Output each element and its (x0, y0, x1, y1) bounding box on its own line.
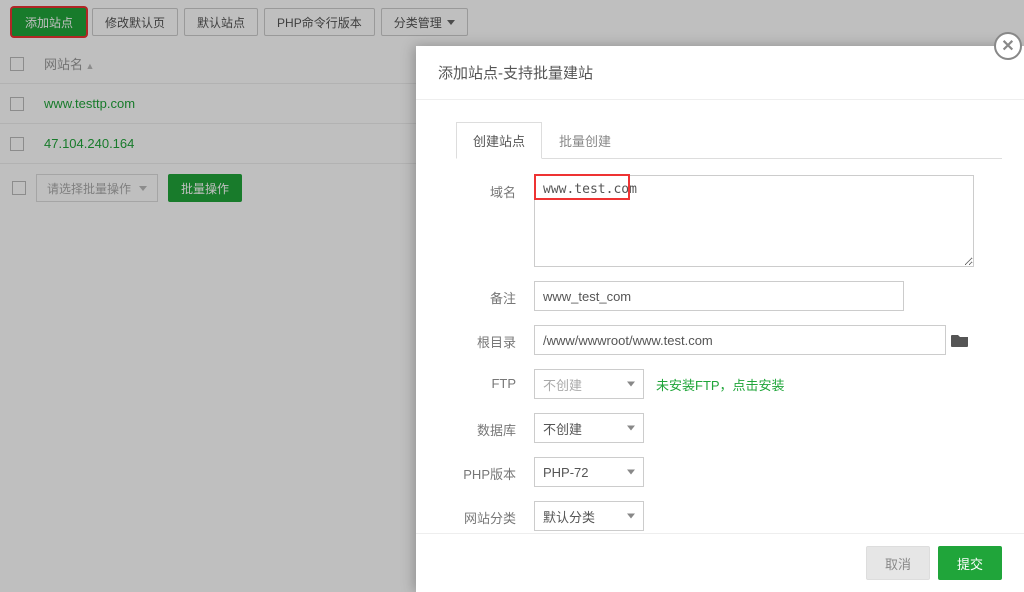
root-dir-input[interactable] (534, 325, 946, 355)
label-category: 网站分类 (438, 501, 534, 527)
chevron-down-icon (627, 426, 635, 431)
label-remark: 备注 (438, 281, 534, 307)
tab-batch-create[interactable]: 批量创建 (542, 122, 628, 159)
category-select-value: 默认分类 (543, 507, 595, 526)
db-select-value: 不创建 (543, 419, 582, 438)
modal-footer: 取消 提交 (416, 533, 1024, 592)
ftp-install-hint[interactable]: 未安装FTP，点击安装 (656, 375, 785, 394)
modal-tabs: 创建站点 批量创建 (456, 122, 1002, 159)
row-remark: 备注 (438, 281, 1002, 311)
db-select[interactable]: 不创建 (534, 413, 644, 443)
remark-input[interactable] (534, 281, 904, 311)
ftp-select-value: 不创建 (543, 375, 582, 394)
category-select[interactable]: 默认分类 (534, 501, 644, 531)
modal-body: 创建站点 批量创建 域名 www.test.com 备注 根目录 (416, 100, 1024, 533)
tab-create-site[interactable]: 创建站点 (456, 122, 542, 159)
label-php: PHP版本 (438, 457, 534, 483)
php-select-value: PHP-72 (543, 465, 589, 480)
modal-title: 添加站点-支持批量建站 (416, 46, 1024, 100)
folder-icon[interactable] (946, 333, 974, 347)
row-root: 根目录 (438, 325, 1002, 355)
chevron-down-icon (627, 382, 635, 387)
add-site-modal: 添加站点-支持批量建站 创建站点 批量创建 域名 www.test.com 备注… (416, 46, 1024, 592)
label-domain: 域名 (438, 175, 534, 201)
row-category: 网站分类 默认分类 (438, 501, 1002, 531)
chevron-down-icon (627, 514, 635, 519)
row-ftp: FTP 不创建 未安装FTP，点击安装 (438, 369, 1002, 399)
label-root: 根目录 (438, 325, 534, 351)
php-version-select[interactable]: PHP-72 (534, 457, 644, 487)
domain-textarea[interactable]: www.test.com (534, 175, 974, 267)
close-icon[interactable]: ✕ (994, 32, 1022, 60)
label-ftp: FTP (438, 369, 534, 391)
chevron-down-icon (627, 470, 635, 475)
label-db: 数据库 (438, 413, 534, 439)
row-php: PHP版本 PHP-72 (438, 457, 1002, 487)
row-domain: 域名 www.test.com (438, 175, 1002, 267)
cancel-button[interactable]: 取消 (866, 546, 930, 580)
ftp-select[interactable]: 不创建 (534, 369, 644, 399)
row-db: 数据库 不创建 (438, 413, 1002, 443)
submit-button[interactable]: 提交 (938, 546, 1002, 580)
